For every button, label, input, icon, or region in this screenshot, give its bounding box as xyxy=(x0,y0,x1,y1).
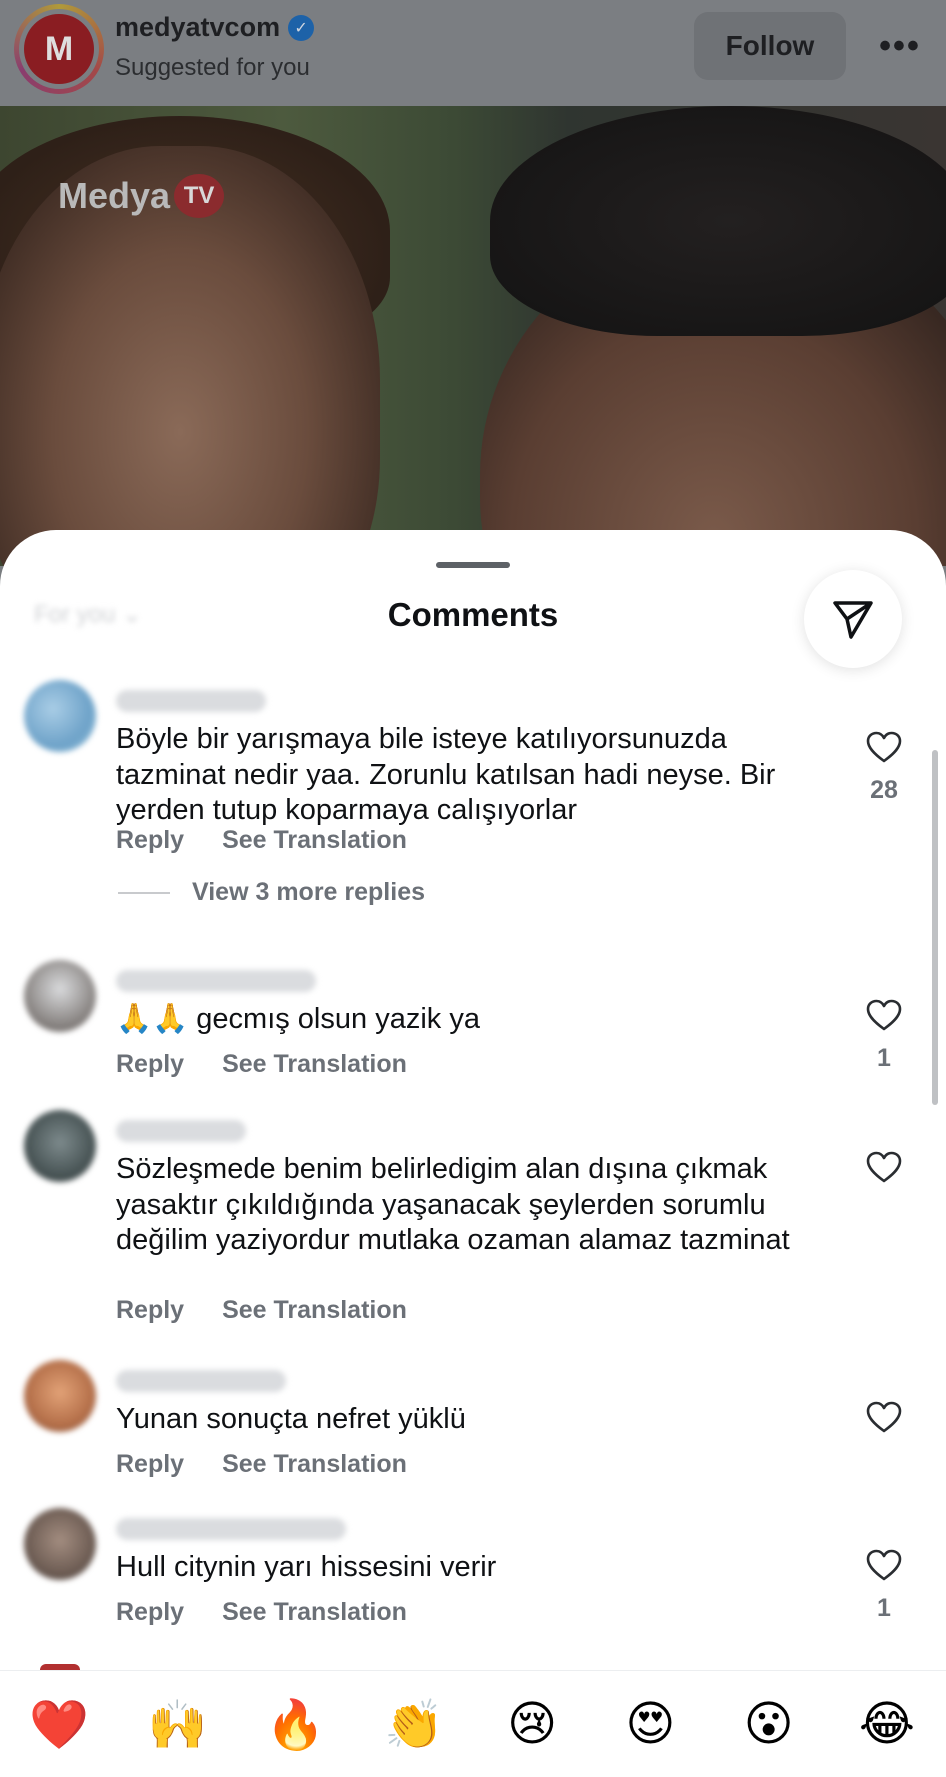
account-name[interactable]: medyatvcom xyxy=(115,12,280,43)
suggested-label: Suggested for you xyxy=(115,54,310,81)
comment-text: Böyle bir yarışmaya bile isteye katılıyo… xyxy=(116,723,776,826)
post-image: Medya TV xyxy=(0,106,946,566)
commenter-username[interactable] xyxy=(116,1120,246,1142)
commenter-avatar[interactable] xyxy=(24,1110,96,1182)
account-name-row[interactable]: medyatvcom ✓ xyxy=(115,12,315,43)
see-translation-button[interactable]: See Translation xyxy=(222,1050,407,1079)
fire-emoji-button[interactable]: 🔥 xyxy=(256,1696,336,1753)
see-translation-button[interactable]: See Translation xyxy=(222,1450,407,1479)
see-translation-button[interactable]: See Translation xyxy=(222,1296,407,1325)
comment-like xyxy=(858,1400,910,1446)
comment-actions: Reply See Translation xyxy=(116,1598,407,1627)
comment-actions: Reply See Translation xyxy=(116,1050,407,1079)
emoji-reaction-bar: ❤️ 🙌 🔥 👏 😢 😍 😮 😂 xyxy=(0,1670,946,1777)
verified-badge-icon: ✓ xyxy=(288,14,315,41)
commenter-username[interactable] xyxy=(116,690,266,712)
comment-text: Yunan sonuçta nefret yüklü xyxy=(116,1403,466,1435)
commenter-username[interactable] xyxy=(116,1518,346,1540)
reply-button[interactable]: Reply xyxy=(116,826,184,855)
reply-button[interactable]: Reply xyxy=(116,1296,184,1325)
heart-eyes-emoji-button[interactable]: 😍 xyxy=(610,1696,690,1752)
comment-actions: Reply See Translation xyxy=(116,1296,407,1325)
comment-text: 🙏🙏 gecmış olsun yazik ya xyxy=(116,1003,480,1035)
laughing-emoji-button[interactable]: 😂 xyxy=(847,1696,927,1752)
comments-sheet: For you ⌄ Comments Böyle bir yarışmaya b… xyxy=(0,530,946,1776)
comment-actions: Reply See Translation xyxy=(116,1450,407,1479)
commenter-username[interactable] xyxy=(116,1370,286,1392)
see-translation-button[interactable]: See Translation xyxy=(222,826,407,855)
comment-like: 28 xyxy=(858,730,910,805)
surprised-emoji-button[interactable]: 😮 xyxy=(729,1696,809,1752)
account-logo: M xyxy=(24,14,94,84)
reply-button[interactable]: Reply xyxy=(116,1050,184,1079)
commenter-avatar[interactable] xyxy=(24,1360,96,1432)
comment-actions: Reply See Translation xyxy=(116,826,407,855)
heart-emoji-button[interactable]: ❤️ xyxy=(19,1696,99,1753)
comment-text: Hull citynin yarı hissesini verir xyxy=(116,1551,497,1583)
heart-icon[interactable] xyxy=(865,1548,903,1582)
comment-like: 1 xyxy=(858,998,910,1073)
reply-button[interactable]: Reply xyxy=(116,1598,184,1627)
drag-handle[interactable] xyxy=(436,562,510,568)
like-count: 1 xyxy=(877,1044,891,1072)
comment-like: 1 xyxy=(858,1548,910,1623)
account-avatar[interactable]: M xyxy=(14,4,104,94)
post-header: M medyatvcom ✓ Suggested for you Follow … xyxy=(0,0,946,106)
raised-hands-emoji-button[interactable]: 🙌 xyxy=(137,1696,217,1753)
view-replies-button[interactable]: View 3 more replies xyxy=(118,878,425,907)
follow-button[interactable]: Follow xyxy=(694,12,846,80)
comment-like xyxy=(858,1150,910,1196)
more-options-icon[interactable]: ••• xyxy=(870,22,930,70)
crying-emoji-button[interactable]: 😢 xyxy=(492,1696,572,1752)
watermark-logo: Medya TV xyxy=(58,174,225,218)
reply-button[interactable]: Reply xyxy=(116,1450,184,1479)
heart-icon[interactable] xyxy=(865,1150,903,1184)
like-count: 1 xyxy=(877,1594,891,1622)
commenter-avatar[interactable] xyxy=(24,960,96,1032)
commenter-username[interactable] xyxy=(116,970,316,992)
send-icon xyxy=(833,601,873,639)
like-count: 28 xyxy=(870,776,898,804)
heart-icon[interactable] xyxy=(865,998,903,1032)
share-button[interactable] xyxy=(804,570,902,668)
heart-icon[interactable] xyxy=(865,730,903,764)
clap-emoji-button[interactable]: 👏 xyxy=(374,1696,454,1753)
commenter-avatar[interactable] xyxy=(24,1508,96,1580)
see-translation-button[interactable]: See Translation xyxy=(222,1598,407,1627)
comment-text: Sözleşmede benim belirledigim alan dışın… xyxy=(116,1153,790,1256)
heart-icon[interactable] xyxy=(865,1400,903,1434)
commenter-avatar[interactable] xyxy=(24,680,96,752)
scrollbar[interactable] xyxy=(932,750,938,1105)
